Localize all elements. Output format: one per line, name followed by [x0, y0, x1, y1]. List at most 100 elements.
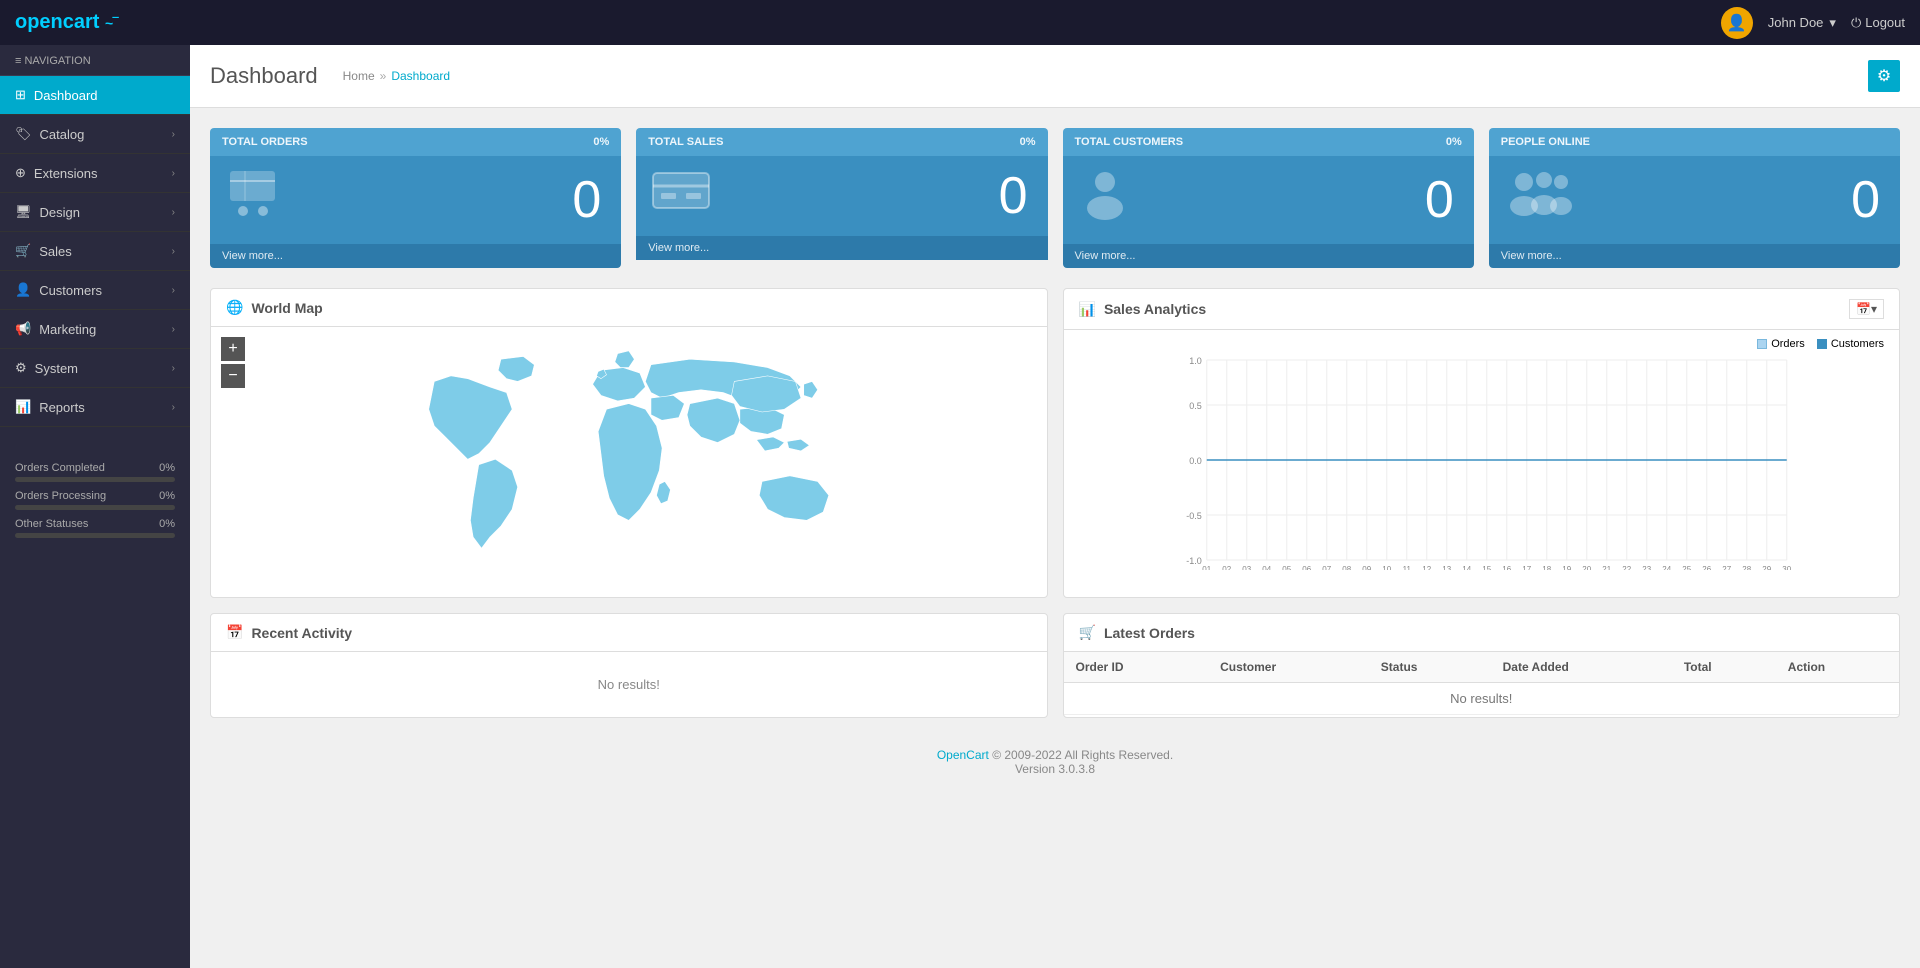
zoom-in-button[interactable]: +: [221, 337, 245, 361]
layout: ≡ NAVIGATION ⊞ Dashboard 🏷 Catalog › ⊕ E…: [0, 45, 1920, 968]
legend-customers-label: Customers: [1831, 338, 1884, 350]
view-more-link[interactable]: View more...: [1501, 250, 1562, 262]
world-map-panel: 🌐 World Map + −: [210, 288, 1048, 598]
card-title: TOTAL SALES: [648, 136, 723, 148]
copyright-text: © 2009-2022 All Rights Reserved.: [992, 748, 1173, 762]
customers-legend-dot: [1817, 339, 1827, 349]
sidebar-item-label: Dashboard: [34, 88, 98, 103]
card-footer: View more...: [636, 236, 1047, 260]
svg-text:03: 03: [1242, 565, 1251, 570]
panel-title: Sales Analytics: [1104, 301, 1206, 317]
page-header: Dashboard Home » Dashboard ⚙: [190, 45, 1920, 108]
middle-panels: 🌐 World Map + −: [190, 288, 1920, 613]
stat-other-statuses: Other Statuses 0%: [15, 518, 175, 538]
view-more-link[interactable]: View more...: [222, 250, 283, 262]
sidebar-item-catalog[interactable]: 🏷 Catalog ›: [0, 115, 190, 154]
breadcrumb-home[interactable]: Home: [343, 69, 375, 83]
sidebar-item-label: Catalog: [40, 127, 85, 142]
orders-table-wrapper: Order ID Customer Status Date Added Tota…: [1064, 652, 1900, 715]
card-header: TOTAL CUSTOMERS 0%: [1063, 128, 1474, 156]
svg-text:29: 29: [1762, 565, 1771, 570]
chevron-right-icon: ›: [172, 129, 175, 140]
card-header: PEOPLE ONLINE: [1489, 128, 1900, 156]
zoom-out-button[interactable]: −: [221, 364, 245, 388]
view-more-link[interactable]: View more...: [1075, 250, 1136, 262]
legend-customers: Customers: [1817, 338, 1884, 350]
svg-text:14: 14: [1462, 565, 1471, 570]
svg-text:06: 06: [1302, 565, 1311, 570]
card-people-online: PEOPLE ONLINE 0: [1489, 128, 1900, 268]
svg-text:24: 24: [1662, 565, 1671, 570]
sidebar-item-marketing[interactable]: 📢 Marketing ›: [0, 310, 190, 349]
card-header: TOTAL SALES 0%: [636, 128, 1047, 156]
legend-orders: Orders: [1757, 338, 1805, 350]
latest-orders-panel: 🛒 Latest Orders Order ID Customer Status…: [1063, 613, 1901, 718]
sales-chart-svg: 1.0 0.5 0.0 -0.5 -1.0 01 02 03 04 05 06: [1069, 350, 1895, 570]
card-total-sales: TOTAL SALES 0% 0 View more: [636, 128, 1047, 268]
card-footer: View more...: [1063, 244, 1474, 268]
marketing-icon: 📢: [15, 321, 31, 337]
topbar: opencart ~‾ 👤 John Doe ▾ ⏻ Logout: [0, 0, 1920, 45]
sidebar-item-extensions[interactable]: ⊕ Extensions ›: [0, 154, 190, 193]
card-percent: 0%: [1020, 136, 1036, 148]
svg-text:04: 04: [1262, 565, 1271, 570]
logout-icon: ⏻: [1851, 15, 1861, 31]
activity-body: No results!: [211, 652, 1047, 717]
sidebar-item-sales[interactable]: 🛒 Sales ›: [0, 232, 190, 271]
sales-analytics-panel: 📊 Sales Analytics 📅▾ Orders Customers: [1063, 288, 1901, 598]
svg-text:20: 20: [1582, 565, 1591, 570]
bottom-panels: 📅 Recent Activity No results! 🛒 Latest O…: [190, 613, 1920, 733]
card-value: 0: [1851, 170, 1880, 230]
svg-text:-0.5: -0.5: [1186, 511, 1202, 521]
sidebar-item-design[interactable]: 🖥 Design ›: [0, 193, 190, 232]
col-order-id: Order ID: [1064, 652, 1209, 683]
card-body: 0: [210, 156, 621, 244]
design-icon: 🖥: [15, 204, 32, 220]
footer: OpenCart © 2009-2022 All Rights Reserved…: [190, 733, 1920, 791]
sidebar-item-reports[interactable]: 📊 Reports ›: [0, 388, 190, 427]
legend-orders-label: Orders: [1771, 338, 1805, 350]
extensions-icon: ⊕: [15, 165, 26, 181]
svg-text:13: 13: [1442, 565, 1451, 570]
orders-legend-dot: [1757, 339, 1767, 349]
svg-text:11: 11: [1402, 565, 1411, 570]
customers-person-icon: [1078, 166, 1133, 234]
brand-link[interactable]: OpenCart: [937, 748, 989, 762]
topbar-right: 👤 John Doe ▾ ⏻ Logout: [1721, 7, 1905, 39]
logo-text: opencart ~‾: [15, 11, 118, 34]
chevron-right-icon: ›: [172, 246, 175, 257]
map-controls: + −: [221, 337, 245, 388]
dashboard-icon: ⊞: [15, 87, 26, 103]
sidebar-item-system[interactable]: ⚙ System ›: [0, 349, 190, 388]
stat-label-text: Other Statuses: [15, 518, 88, 530]
sidebar-item-label: Extensions: [34, 166, 98, 181]
nav-title: ≡ NAVIGATION: [0, 45, 190, 76]
svg-text:02: 02: [1222, 565, 1231, 570]
chevron-right-icon: ›: [172, 207, 175, 218]
card-body: 0: [1063, 156, 1474, 244]
svg-text:1.0: 1.0: [1189, 356, 1202, 366]
svg-text:17: 17: [1522, 565, 1531, 570]
view-more-link[interactable]: View more...: [648, 242, 709, 254]
sidebar-stats: Orders Completed 0% Orders Processing 0%…: [0, 447, 190, 561]
stat-cards: TOTAL ORDERS 0% 0: [190, 108, 1920, 288]
breadcrumb-separator: »: [380, 69, 387, 83]
breadcrumb: Home » Dashboard: [343, 69, 450, 83]
sidebar-item-customers[interactable]: 👤 Customers ›: [0, 271, 190, 310]
card-title: TOTAL CUSTOMERS: [1075, 136, 1184, 148]
svg-text:07: 07: [1322, 565, 1331, 570]
sidebar-item-label: Design: [40, 205, 80, 220]
breadcrumb-current: Dashboard: [391, 69, 450, 83]
sidebar-item-dashboard[interactable]: ⊞ Dashboard: [0, 76, 190, 115]
globe-icon: 🌐: [226, 299, 243, 316]
svg-text:15: 15: [1482, 565, 1491, 570]
settings-button[interactable]: ⚙: [1868, 60, 1900, 92]
date-picker-button[interactable]: 📅▾: [1849, 299, 1884, 319]
chevron-right-icon: ›: [172, 324, 175, 335]
user-menu[interactable]: John Doe ▾: [1768, 15, 1836, 31]
sidebar-item-label: Reports: [39, 400, 85, 415]
chevron-right-icon: ›: [172, 168, 175, 179]
svg-text:19: 19: [1562, 565, 1571, 570]
logout-button[interactable]: ⏻ Logout: [1851, 15, 1905, 31]
user-name: John Doe: [1768, 15, 1824, 30]
